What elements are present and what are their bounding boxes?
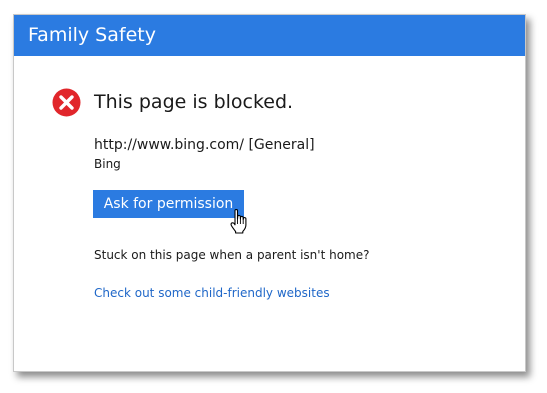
child-friendly-websites-link[interactable]: Check out some child-friendly websites <box>94 285 330 301</box>
window-title: Family Safety <box>28 24 156 46</box>
family-safety-dialog: Family Safety This page is blocked. http… <box>13 14 526 372</box>
title-bar: Family Safety <box>14 15 525 56</box>
stuck-message: Stuck on this page when a parent isn't h… <box>94 248 370 262</box>
blocked-site-name: Bing <box>94 157 121 171</box>
blocked-headline: This page is blocked. <box>94 91 294 113</box>
error-x-icon <box>52 88 81 117</box>
hand-pointer-cursor-icon <box>230 208 247 234</box>
ask-for-permission-button[interactable]: Ask for permission <box>93 190 244 218</box>
screen: Family Safety This page is blocked. http… <box>0 0 547 393</box>
blocked-url: http://www.bing.com/ [General] <box>94 137 315 153</box>
